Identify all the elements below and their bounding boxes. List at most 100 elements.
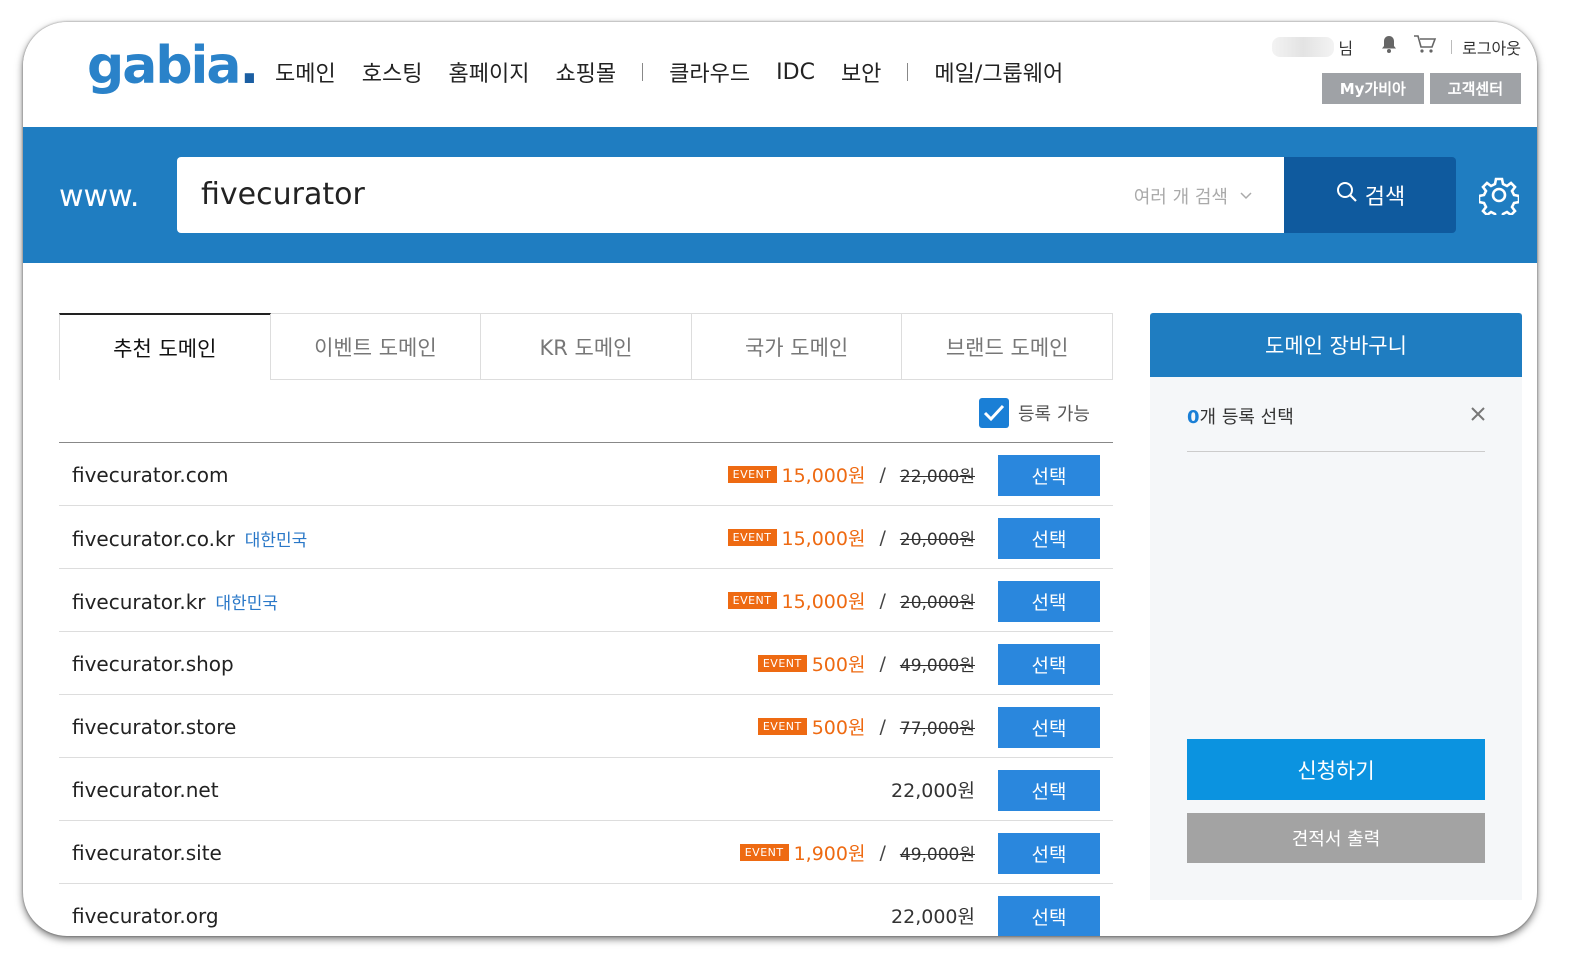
my-gabia-button[interactable]: My가비아	[1321, 73, 1424, 104]
domain-name-text: fivecurator.kr	[72, 590, 206, 614]
table-row: fivecurator.co.kr 대한민국 EVENT 15,000원 / 20…	[59, 506, 1113, 569]
regular-price: 22,000원	[891, 780, 975, 802]
table-row: fivecurator.shop EVENT 500원 / 49,000원 선택	[59, 632, 1113, 695]
nav-shopping[interactable]: 쇼핑몰	[555, 56, 616, 88]
tab-recommended[interactable]: 추천 도메인	[59, 313, 271, 380]
select-button[interactable]: 선택	[998, 455, 1100, 496]
event-badge: EVENT	[739, 844, 789, 861]
domain-cart: 도메인 장바구니 0개 등록 선택 신청하기 견적서 출력	[1150, 313, 1522, 900]
table-row: fivecurator.site EVENT 1,900원 / 49,000원 …	[59, 821, 1113, 884]
nav-idc[interactable]: IDC	[776, 60, 815, 85]
gabia-logo[interactable]: gabia.	[87, 36, 259, 96]
bell-icon[interactable]	[1379, 34, 1399, 59]
cart-count-label: 개 등록 선택	[1199, 407, 1294, 428]
domain-name-text: fivecurator.co.kr	[72, 527, 235, 551]
logout-link[interactable]: 로그아웃	[1462, 35, 1521, 59]
browser-frame: gabia. 도메인 호스팅 홈페이지 쇼핑몰 클라우드 IDC 보안 메일/그…	[23, 22, 1537, 936]
event-badge: EVENT	[727, 529, 777, 546]
logo-text: gabia	[87, 36, 241, 96]
select-button[interactable]: 선택	[998, 833, 1100, 874]
country-label: 대한민국	[215, 594, 279, 614]
multi-search-label: 여러 개 검색	[1133, 187, 1228, 208]
table-row: fivecurator.net 22,000원 선택	[59, 758, 1113, 821]
table-row: fivecurator.store EVENT 500원 / 77,000원 선…	[59, 695, 1113, 758]
tab-country[interactable]: 국가 도메인	[690, 314, 903, 380]
price-info: EVENT 500원 / 77,000원	[757, 713, 975, 740]
event-price: 15,000원	[781, 465, 866, 487]
select-button[interactable]: 선택	[998, 644, 1100, 685]
price-info: 22,000원	[891, 776, 975, 803]
quote-button[interactable]: 견적서 출력	[1187, 813, 1485, 863]
event-badge: EVENT	[757, 718, 807, 735]
support-button[interactable]: 고객센터	[1429, 73, 1521, 104]
site-header: gabia. 도메인 호스팅 홈페이지 쇼핑몰 클라우드 IDC 보안 메일/그…	[23, 22, 1537, 127]
nav-cloud[interactable]: 클라우드	[669, 56, 750, 88]
price-slash: /	[879, 841, 886, 864]
event-price: 15,000원	[781, 528, 866, 550]
tab-event[interactable]: 이벤트 도메인	[269, 314, 482, 380]
available-filter[interactable]: 등록 가능	[979, 398, 1090, 428]
search-value: fivecurator	[201, 177, 365, 212]
header-buttons: My가비아 고객센터	[1316, 73, 1521, 104]
original-price: 77,000원	[899, 719, 975, 739]
domain-name: fivecurator.co.kr 대한민국	[72, 526, 307, 551]
nav-mail[interactable]: 메일/그룹웨어	[934, 56, 1063, 88]
event-badge: EVENT	[727, 592, 777, 609]
price-slash: /	[879, 652, 886, 675]
domain-list: fivecurator.com EVENT 15,000원 / 22,000원 …	[59, 442, 1113, 936]
domain-search-input[interactable]: fivecurator 여러 개 검색	[177, 157, 1284, 233]
event-price: 15,000원	[781, 591, 866, 613]
cart-title: 도메인 장바구니	[1150, 313, 1522, 377]
price-slash: /	[879, 526, 886, 549]
gear-icon[interactable]	[1477, 175, 1521, 221]
cart-count: 0개 등록 선택	[1187, 403, 1294, 429]
nav-domain[interactable]: 도메인	[275, 56, 336, 88]
available-checkbox[interactable]	[979, 398, 1009, 428]
main-nav: 도메인 호스팅 홈페이지 쇼핑몰 클라우드 IDC 보안 메일/그룹웨어	[275, 56, 1089, 88]
tab-kr[interactable]: KR 도메인	[480, 314, 692, 380]
select-button[interactable]: 선택	[998, 707, 1100, 748]
table-row: fivecurator.org 22,000원 선택	[59, 884, 1113, 936]
search-band: www. fivecurator 여러 개 검색 검색	[23, 127, 1537, 263]
domain-name: fivecurator.site	[72, 841, 222, 865]
user-utility: 님 로그아웃	[1272, 34, 1521, 59]
tab-brand[interactable]: 브랜드 도메인	[901, 314, 1113, 380]
select-button[interactable]: 선택	[998, 581, 1100, 622]
table-row: fivecurator.kr 대한민국 EVENT 15,000원 / 20,00…	[59, 569, 1113, 632]
apply-button[interactable]: 신청하기	[1187, 739, 1485, 800]
price-info: 22,000원	[891, 902, 975, 929]
close-icon[interactable]	[1470, 403, 1486, 427]
price-info: EVENT 15,000원 / 20,000원	[727, 587, 975, 614]
original-price: 49,000원	[899, 845, 975, 865]
search-button[interactable]: 검색	[1284, 157, 1456, 233]
nav-security[interactable]: 보안	[841, 56, 881, 88]
domain-name: fivecurator.net	[72, 778, 219, 802]
price-info: EVENT 15,000원 / 20,000원	[727, 524, 975, 551]
util-divider	[1451, 39, 1453, 54]
select-button[interactable]: 선택	[998, 770, 1100, 811]
cart-icon[interactable]	[1413, 34, 1437, 59]
blurred-username	[1272, 36, 1335, 57]
original-price: 49,000원	[899, 656, 975, 676]
domain-tabs: 추천 도메인 이벤트 도메인 KR 도메인 국가 도메인 브랜드 도메인	[59, 313, 1113, 380]
cart-divider	[1187, 451, 1485, 452]
nav-divider	[907, 63, 909, 81]
regular-price: 22,000원	[891, 906, 975, 928]
www-prefix: www.	[59, 179, 140, 214]
price-slash: /	[879, 589, 886, 612]
event-badge: EVENT	[757, 655, 807, 672]
available-label: 등록 가능	[1018, 404, 1090, 425]
search-button-label: 검색	[1364, 185, 1406, 210]
original-price: 22,000원	[899, 467, 975, 487]
domain-name: fivecurator.org	[72, 904, 219, 928]
multi-search-toggle[interactable]: 여러 개 검색	[1134, 183, 1252, 209]
event-price: 500원	[811, 654, 866, 676]
nav-divider	[642, 63, 644, 81]
nav-hosting[interactable]: 호스팅	[362, 56, 423, 88]
event-price: 500원	[811, 717, 866, 739]
cart-count-number: 0	[1187, 407, 1200, 428]
select-button[interactable]: 선택	[998, 518, 1100, 559]
price-info: EVENT 15,000원 / 22,000원	[727, 461, 975, 488]
nav-homepage[interactable]: 홈페이지	[448, 56, 529, 88]
select-button[interactable]: 선택	[998, 896, 1100, 936]
